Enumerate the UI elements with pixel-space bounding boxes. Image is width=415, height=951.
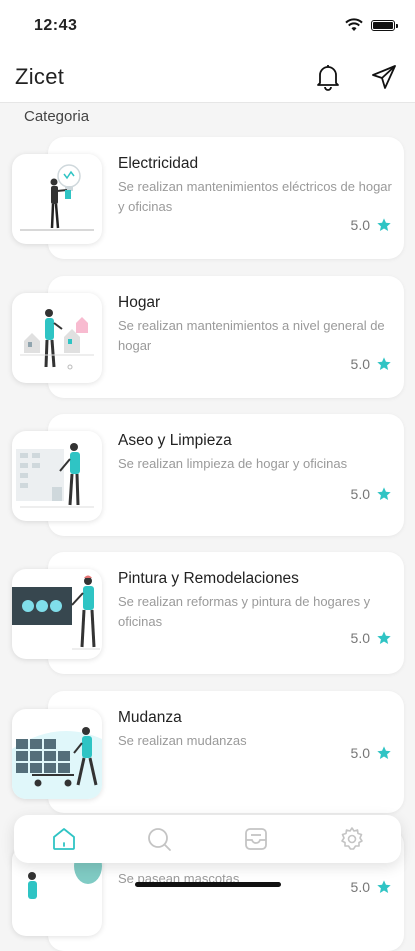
category-illustration-hogar [12,293,102,383]
star-icon [377,880,391,893]
category-rating: 5.0 [351,217,392,233]
star-icon [377,631,391,644]
category-name: Hogar [118,294,161,311]
rating-value: 5.0 [350,745,370,761]
category-rating: 5.0 [351,630,392,646]
category-description: Se realizan reformas y pintura de hogare… [118,594,371,629]
category-rating: 5.0 [351,879,392,895]
inbox-icon[interactable] [243,826,269,852]
category-illustration-mudanza [12,709,102,799]
category-description: Se realizan mantenimientos a nivel gener… [118,318,385,353]
category-rating: 5.0 [351,745,392,761]
category-illustration-electricidad [12,154,102,244]
rating-value: 5.0 [350,217,370,233]
category-rating: 5.0 [351,486,392,502]
category-illustration-pintura [12,569,102,659]
search-icon[interactable] [146,826,172,852]
star-icon [377,487,391,500]
category-rating: 5.0 [351,356,392,372]
rating-value: 5.0 [350,879,370,895]
star-icon [377,746,391,759]
gear-icon[interactable] [339,826,365,852]
rating-value: 5.0 [350,630,370,646]
category-list: Electricidad Se realizan mantenimientos … [0,0,415,951]
rating-value: 5.0 [350,486,370,502]
star-icon [377,357,391,370]
category-name: Aseo y Limpieza [118,432,232,449]
home-indicator [135,882,281,887]
bottom-tab-bar [14,815,401,863]
star-icon [377,218,391,231]
home-icon[interactable] [51,826,77,852]
category-illustration-aseo [12,431,102,521]
category-name: Mudanza [118,709,182,726]
category-name: Pintura y Remodelaciones [118,570,299,587]
category-description: Se realizan mantenimientos eléctricos de… [118,179,392,214]
rating-value: 5.0 [350,356,370,372]
category-name: Electricidad [118,155,199,172]
category-description: Se realizan limpieza de hogar y oficinas [118,456,348,471]
